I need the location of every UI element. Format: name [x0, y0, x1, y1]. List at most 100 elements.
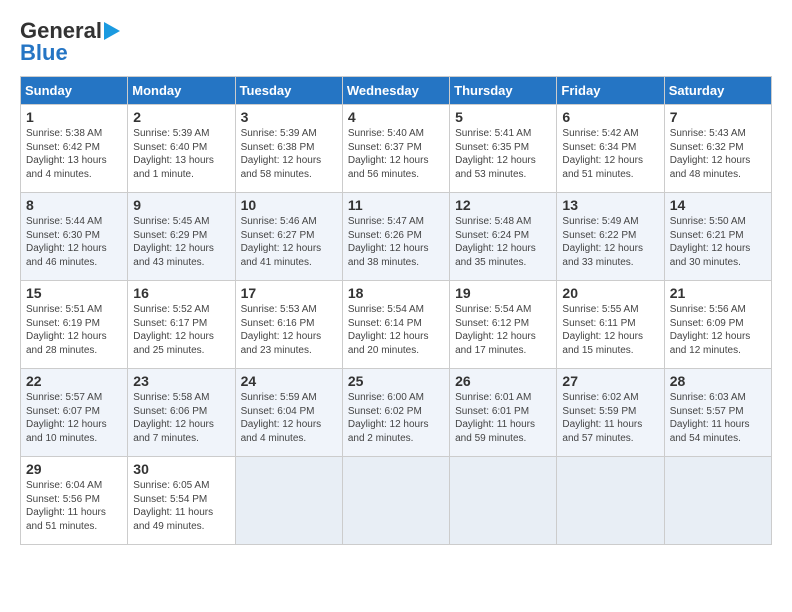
- day-cell: 28 Sunrise: 6:03 AM Sunset: 5:57 PM Dayl…: [664, 369, 771, 457]
- cell-details: Sunrise: 5:51 AM Sunset: 6:19 PM Dayligh…: [26, 303, 122, 357]
- day-cell: 14 Sunrise: 5:50 AM Sunset: 6:21 PM Dayl…: [664, 193, 771, 281]
- day-number: 18: [348, 285, 444, 301]
- day-cell: 4 Sunrise: 5:40 AM Sunset: 6:37 PM Dayli…: [342, 105, 449, 193]
- cell-details: Sunrise: 5:39 AM Sunset: 6:38 PM Dayligh…: [241, 127, 337, 181]
- cell-details: Sunrise: 5:46 AM Sunset: 6:27 PM Dayligh…: [241, 215, 337, 269]
- col-header-wednesday: Wednesday: [342, 77, 449, 105]
- day-number: 6: [562, 109, 658, 125]
- day-cell: 16 Sunrise: 5:52 AM Sunset: 6:17 PM Dayl…: [128, 281, 235, 369]
- day-cell: 5 Sunrise: 5:41 AM Sunset: 6:35 PM Dayli…: [450, 105, 557, 193]
- cell-details: Sunrise: 5:40 AM Sunset: 6:37 PM Dayligh…: [348, 127, 444, 181]
- day-cell: [664, 457, 771, 545]
- day-cell: 6 Sunrise: 5:42 AM Sunset: 6:34 PM Dayli…: [557, 105, 664, 193]
- day-cell: 29 Sunrise: 6:04 AM Sunset: 5:56 PM Dayl…: [21, 457, 128, 545]
- day-cell: 1 Sunrise: 5:38 AM Sunset: 6:42 PM Dayli…: [21, 105, 128, 193]
- cell-details: Sunrise: 5:56 AM Sunset: 6:09 PM Dayligh…: [670, 303, 766, 357]
- col-header-saturday: Saturday: [664, 77, 771, 105]
- cell-details: Sunrise: 5:53 AM Sunset: 6:16 PM Dayligh…: [241, 303, 337, 357]
- week-row-2: 8 Sunrise: 5:44 AM Sunset: 6:30 PM Dayli…: [21, 193, 772, 281]
- day-cell: 22 Sunrise: 5:57 AM Sunset: 6:07 PM Dayl…: [21, 369, 128, 457]
- day-cell: 13 Sunrise: 5:49 AM Sunset: 6:22 PM Dayl…: [557, 193, 664, 281]
- day-cell: 25 Sunrise: 6:00 AM Sunset: 6:02 PM Dayl…: [342, 369, 449, 457]
- header: General Blue: [20, 18, 772, 66]
- day-cell: 10 Sunrise: 5:46 AM Sunset: 6:27 PM Dayl…: [235, 193, 342, 281]
- day-cell: 18 Sunrise: 5:54 AM Sunset: 6:14 PM Dayl…: [342, 281, 449, 369]
- day-cell: 21 Sunrise: 5:56 AM Sunset: 6:09 PM Dayl…: [664, 281, 771, 369]
- logo: General Blue: [20, 18, 126, 66]
- day-cell: [342, 457, 449, 545]
- day-number: 10: [241, 197, 337, 213]
- day-cell: 2 Sunrise: 5:39 AM Sunset: 6:40 PM Dayli…: [128, 105, 235, 193]
- day-number: 7: [670, 109, 766, 125]
- day-number: 9: [133, 197, 229, 213]
- day-number: 29: [26, 461, 122, 477]
- day-cell: 11 Sunrise: 5:47 AM Sunset: 6:26 PM Dayl…: [342, 193, 449, 281]
- cell-details: Sunrise: 5:57 AM Sunset: 6:07 PM Dayligh…: [26, 391, 122, 445]
- cell-details: Sunrise: 6:01 AM Sunset: 6:01 PM Dayligh…: [455, 391, 551, 445]
- day-cell: 26 Sunrise: 6:01 AM Sunset: 6:01 PM Dayl…: [450, 369, 557, 457]
- cell-details: Sunrise: 5:48 AM Sunset: 6:24 PM Dayligh…: [455, 215, 551, 269]
- day-number: 25: [348, 373, 444, 389]
- col-header-thursday: Thursday: [450, 77, 557, 105]
- day-number: 13: [562, 197, 658, 213]
- week-row-3: 15 Sunrise: 5:51 AM Sunset: 6:19 PM Dayl…: [21, 281, 772, 369]
- day-number: 15: [26, 285, 122, 301]
- logo-blue: Blue: [20, 40, 68, 66]
- day-cell: 8 Sunrise: 5:44 AM Sunset: 6:30 PM Dayli…: [21, 193, 128, 281]
- cell-details: Sunrise: 5:49 AM Sunset: 6:22 PM Dayligh…: [562, 215, 658, 269]
- week-row-5: 29 Sunrise: 6:04 AM Sunset: 5:56 PM Dayl…: [21, 457, 772, 545]
- day-number: 12: [455, 197, 551, 213]
- calendar-body: 1 Sunrise: 5:38 AM Sunset: 6:42 PM Dayli…: [21, 105, 772, 545]
- day-number: 16: [133, 285, 229, 301]
- day-cell: 3 Sunrise: 5:39 AM Sunset: 6:38 PM Dayli…: [235, 105, 342, 193]
- day-number: 17: [241, 285, 337, 301]
- col-header-sunday: Sunday: [21, 77, 128, 105]
- calendar-page: General Blue SundayMondayTuesdayWednesda…: [0, 0, 792, 612]
- day-cell: 27 Sunrise: 6:02 AM Sunset: 5:59 PM Dayl…: [557, 369, 664, 457]
- cell-details: Sunrise: 6:03 AM Sunset: 5:57 PM Dayligh…: [670, 391, 766, 445]
- day-number: 26: [455, 373, 551, 389]
- cell-details: Sunrise: 5:45 AM Sunset: 6:29 PM Dayligh…: [133, 215, 229, 269]
- day-cell: 9 Sunrise: 5:45 AM Sunset: 6:29 PM Dayli…: [128, 193, 235, 281]
- calendar-table: SundayMondayTuesdayWednesdayThursdayFrid…: [20, 76, 772, 545]
- cell-details: Sunrise: 5:43 AM Sunset: 6:32 PM Dayligh…: [670, 127, 766, 181]
- day-number: 4: [348, 109, 444, 125]
- cell-details: Sunrise: 5:54 AM Sunset: 6:14 PM Dayligh…: [348, 303, 444, 357]
- day-number: 5: [455, 109, 551, 125]
- day-number: 24: [241, 373, 337, 389]
- day-cell: 17 Sunrise: 5:53 AM Sunset: 6:16 PM Dayl…: [235, 281, 342, 369]
- day-number: 23: [133, 373, 229, 389]
- cell-details: Sunrise: 5:50 AM Sunset: 6:21 PM Dayligh…: [670, 215, 766, 269]
- cell-details: Sunrise: 5:58 AM Sunset: 6:06 PM Dayligh…: [133, 391, 229, 445]
- cell-details: Sunrise: 6:00 AM Sunset: 6:02 PM Dayligh…: [348, 391, 444, 445]
- day-number: 20: [562, 285, 658, 301]
- cell-details: Sunrise: 5:39 AM Sunset: 6:40 PM Dayligh…: [133, 127, 229, 181]
- day-cell: [235, 457, 342, 545]
- day-cell: 24 Sunrise: 5:59 AM Sunset: 6:04 PM Dayl…: [235, 369, 342, 457]
- cell-details: Sunrise: 5:42 AM Sunset: 6:34 PM Dayligh…: [562, 127, 658, 181]
- day-cell: [557, 457, 664, 545]
- cell-details: Sunrise: 5:59 AM Sunset: 6:04 PM Dayligh…: [241, 391, 337, 445]
- col-header-friday: Friday: [557, 77, 664, 105]
- day-number: 14: [670, 197, 766, 213]
- day-number: 28: [670, 373, 766, 389]
- week-row-4: 22 Sunrise: 5:57 AM Sunset: 6:07 PM Dayl…: [21, 369, 772, 457]
- day-number: 8: [26, 197, 122, 213]
- cell-details: Sunrise: 5:44 AM Sunset: 6:30 PM Dayligh…: [26, 215, 122, 269]
- day-number: 27: [562, 373, 658, 389]
- cell-details: Sunrise: 5:52 AM Sunset: 6:17 PM Dayligh…: [133, 303, 229, 357]
- day-cell: 19 Sunrise: 5:54 AM Sunset: 6:12 PM Dayl…: [450, 281, 557, 369]
- day-cell: [450, 457, 557, 545]
- day-cell: 30 Sunrise: 6:05 AM Sunset: 5:54 PM Dayl…: [128, 457, 235, 545]
- day-cell: 20 Sunrise: 5:55 AM Sunset: 6:11 PM Dayl…: [557, 281, 664, 369]
- day-cell: 12 Sunrise: 5:48 AM Sunset: 6:24 PM Dayl…: [450, 193, 557, 281]
- day-number: 11: [348, 197, 444, 213]
- day-number: 3: [241, 109, 337, 125]
- col-header-monday: Monday: [128, 77, 235, 105]
- cell-details: Sunrise: 5:41 AM Sunset: 6:35 PM Dayligh…: [455, 127, 551, 181]
- logo-arrow-icon: [104, 22, 126, 40]
- cell-details: Sunrise: 6:05 AM Sunset: 5:54 PM Dayligh…: [133, 479, 229, 533]
- cell-details: Sunrise: 5:55 AM Sunset: 6:11 PM Dayligh…: [562, 303, 658, 357]
- calendar-header-row: SundayMondayTuesdayWednesdayThursdayFrid…: [21, 77, 772, 105]
- day-cell: 23 Sunrise: 5:58 AM Sunset: 6:06 PM Dayl…: [128, 369, 235, 457]
